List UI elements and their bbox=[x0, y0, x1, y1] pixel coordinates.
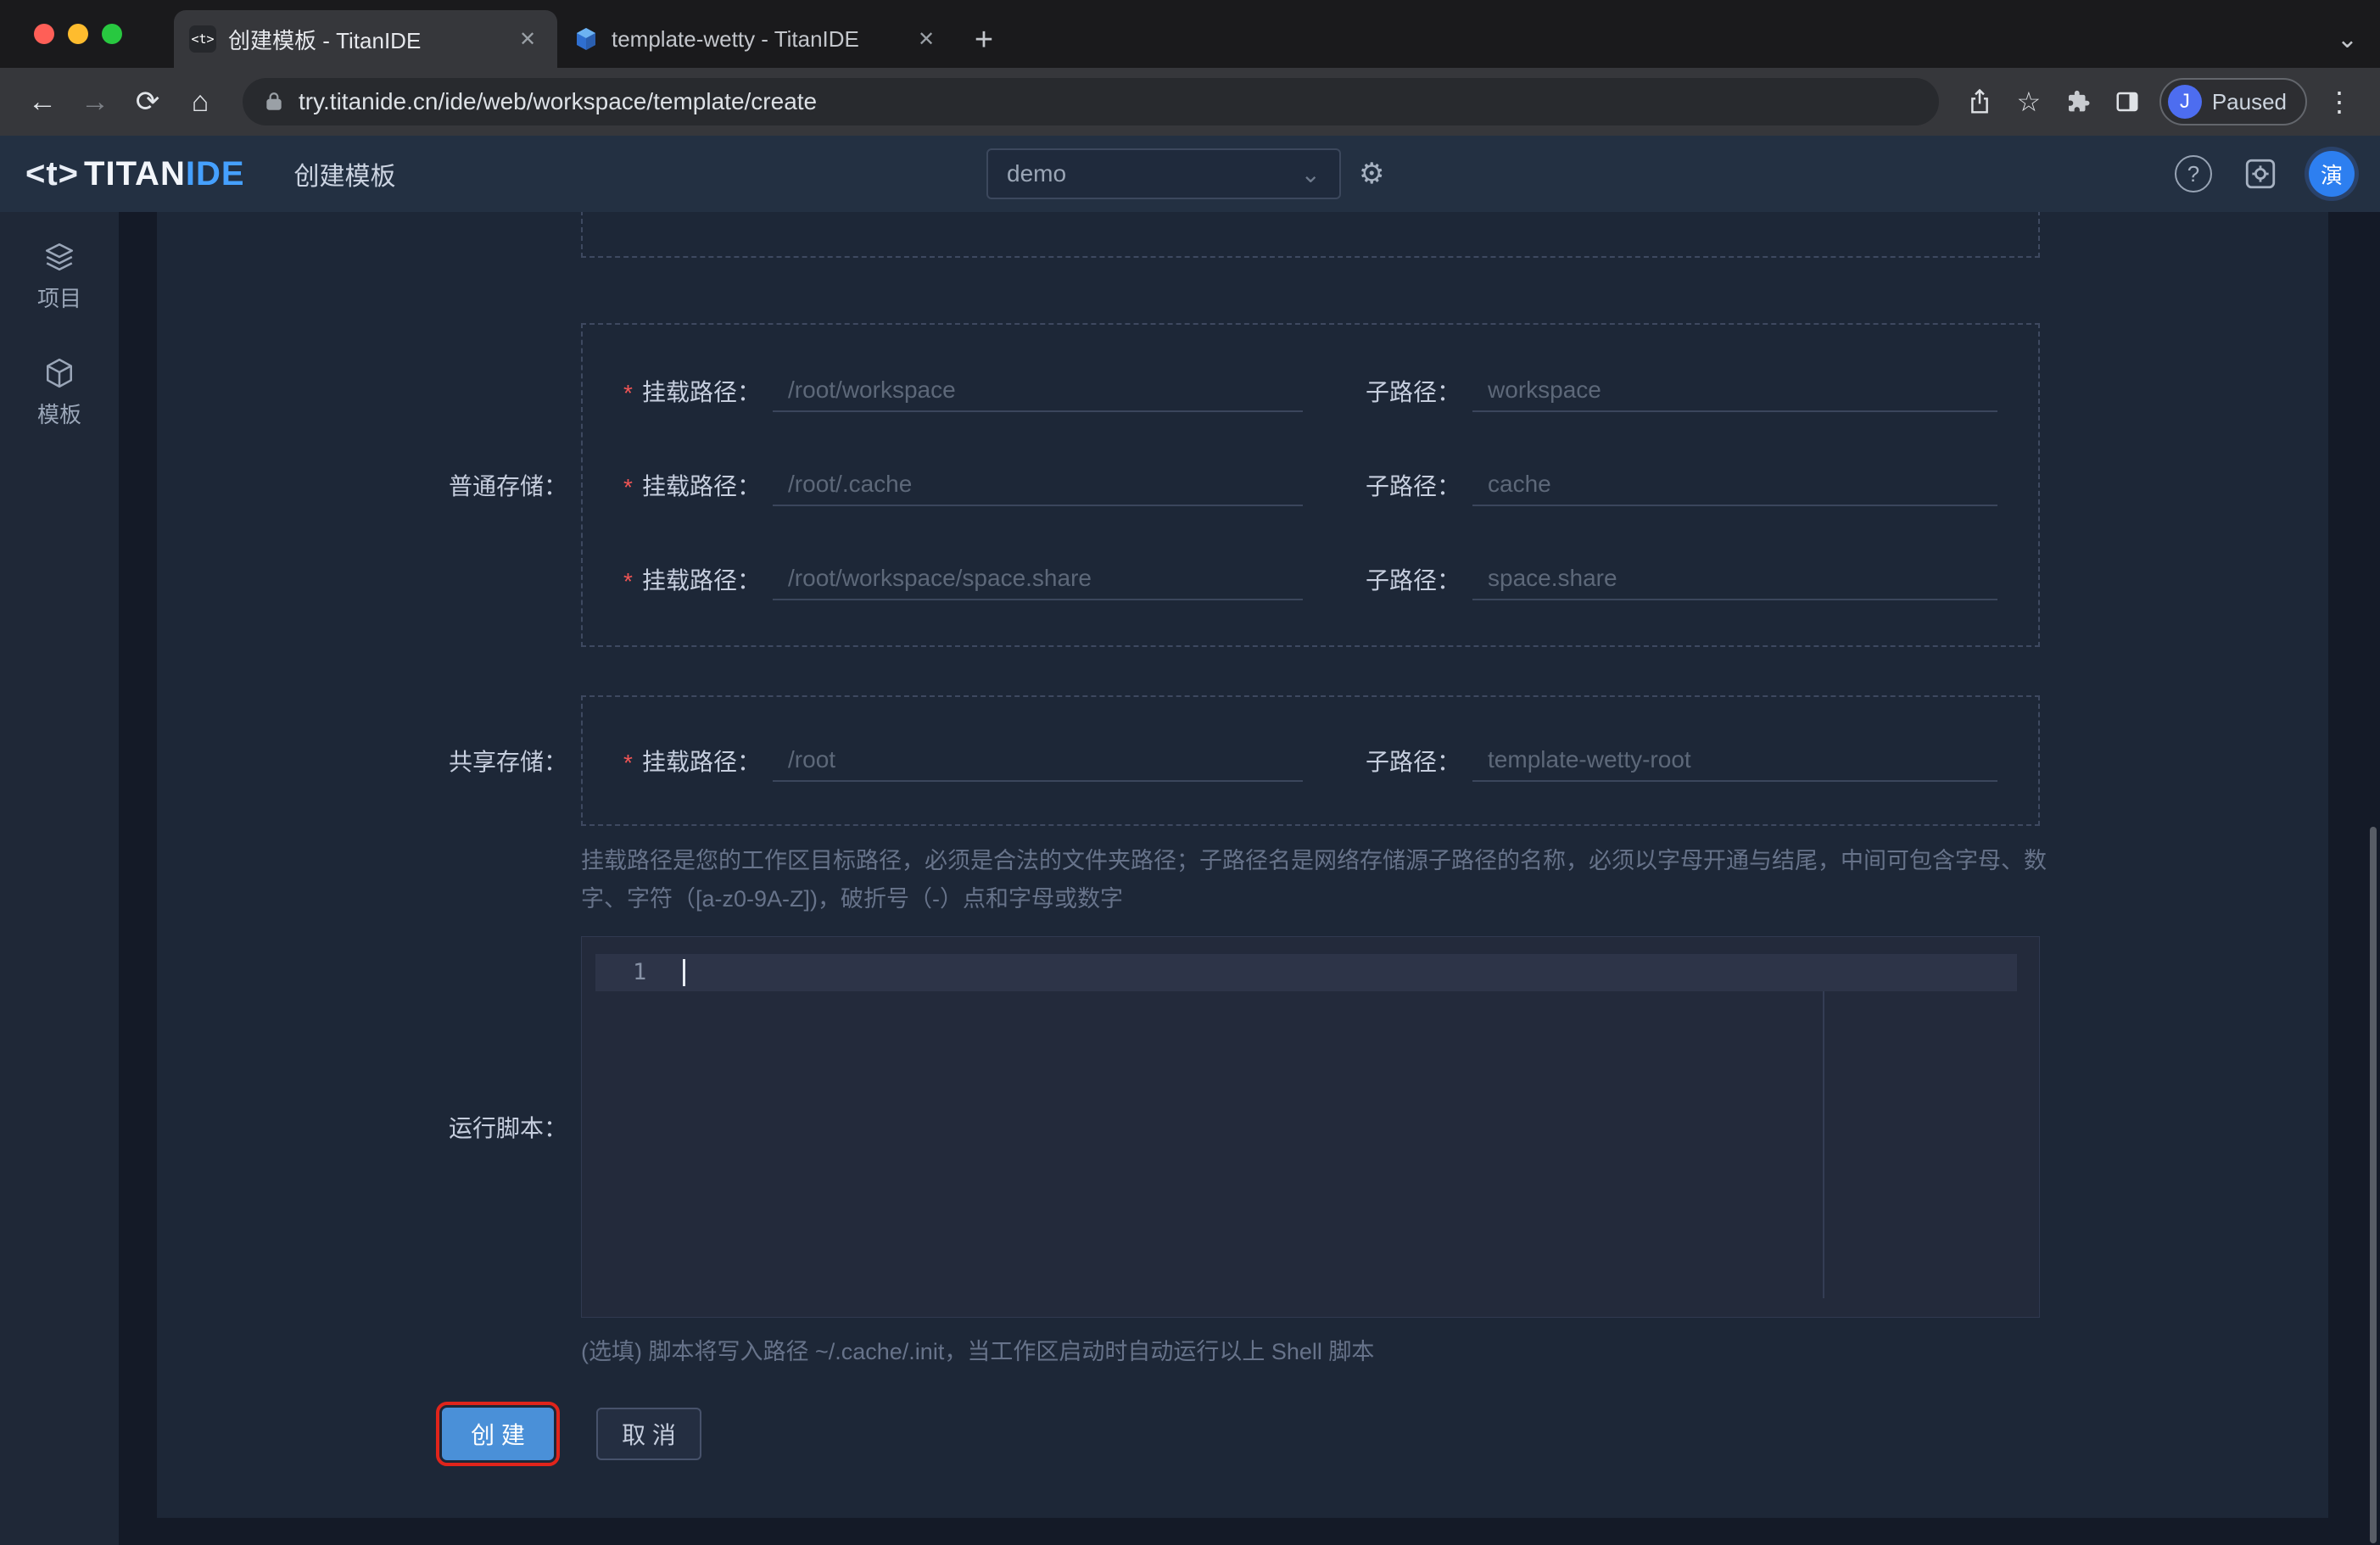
normal-storage-section: 普通存储： * 挂载路径： 子路径： * 挂载路径： 子路径： * 挂载路径： … bbox=[157, 323, 2040, 647]
back-icon[interactable]: ← bbox=[19, 78, 66, 125]
script-hint: (选填) 脚本将写入路径 ~/.cache/.init，当工作区启动时自动运行以… bbox=[581, 1339, 1375, 1364]
sidebar-item-templates[interactable]: 模板 bbox=[37, 357, 81, 429]
sub-path-input[interactable] bbox=[1472, 370, 1997, 412]
workspace-select[interactable]: demo ⌄ bbox=[986, 148, 1341, 199]
app-header: <t> TITANIDE 创建模板 demo ⌄ ⚙ ? 演 bbox=[0, 136, 2380, 212]
profile-avatar: J bbox=[2167, 85, 2202, 119]
form-actions: 创 建 取 消 bbox=[436, 1402, 701, 1466]
workspace-select-value: demo bbox=[1007, 160, 1067, 187]
script-code-editor[interactable]: 1 bbox=[581, 936, 2040, 1318]
mount-path-input[interactable] bbox=[773, 370, 1304, 412]
required-mark: * bbox=[623, 380, 633, 406]
browser-menu-icon[interactable]: ⋮ bbox=[2317, 80, 2361, 124]
sub-path-input[interactable] bbox=[1472, 558, 1997, 600]
reload-icon[interactable]: ⟳ bbox=[124, 78, 171, 125]
sidebar-item-label: 模板 bbox=[36, 402, 81, 427]
home-icon[interactable]: ⌂ bbox=[176, 78, 224, 125]
shared-storage-label: 共享存储： bbox=[448, 749, 567, 775]
storage-row: * 挂载路径： 子路径： bbox=[623, 555, 1997, 603]
mount-path-label: 挂载路径： bbox=[642, 473, 762, 499]
editor-caret bbox=[683, 959, 685, 986]
mount-path-label: 挂载路径： bbox=[642, 749, 762, 775]
titanide-favicon: <t> bbox=[189, 25, 216, 53]
cube-favicon bbox=[573, 25, 600, 53]
sidebar: 项目 模板 bbox=[0, 212, 119, 1545]
cancel-button[interactable]: 取 消 bbox=[596, 1408, 701, 1460]
required-mark: * bbox=[623, 568, 633, 594]
shared-storage-box: * 挂载路径： 子路径： bbox=[581, 695, 2040, 826]
editor-column-ruler bbox=[1823, 991, 1824, 1298]
sub-path-label: 子路径： bbox=[1366, 379, 1461, 405]
shared-storage-section: 共享存储： * 挂载路径： 子路径： bbox=[157, 695, 2040, 826]
cube-icon bbox=[43, 357, 75, 389]
layers-icon bbox=[43, 241, 75, 273]
mount-path-input[interactable] bbox=[773, 739, 1304, 782]
chevron-down-icon: ⌄ bbox=[1300, 160, 1321, 187]
tab-title: 创建模板 - TitanIDE bbox=[228, 27, 422, 53]
url-text: try.titanide.cn/ide/web/workspace/templa… bbox=[299, 88, 818, 114]
help-icon[interactable]: ? bbox=[2175, 155, 2212, 192]
close-window-button[interactable] bbox=[34, 24, 54, 44]
profile-status-label: Paused bbox=[2211, 88, 2287, 114]
titanide-logo: <t> TITANIDE bbox=[25, 155, 245, 193]
browser-toolbar: ← → ⟳ ⌂ try.titanide.cn/ide/web/workspac… bbox=[0, 68, 2380, 136]
mount-path-input[interactable] bbox=[773, 464, 1304, 506]
mount-path-label: 挂载路径： bbox=[642, 379, 762, 405]
mount-path-input[interactable] bbox=[773, 558, 1304, 600]
user-avatar[interactable]: 演 bbox=[2309, 151, 2355, 197]
path-rules-hint: 挂载路径是您的工作区目标路径，必须是合法的文件夹路径；子路径名是网络存储源子路径… bbox=[581, 848, 2047, 912]
sub-path-input[interactable] bbox=[1472, 739, 1997, 782]
close-tab-icon[interactable]: ✕ bbox=[513, 25, 542, 53]
logo-titan: TITAN bbox=[84, 154, 186, 192]
tab-template-wetty[interactable]: template-wetty - TitanIDE ✕ bbox=[557, 10, 956, 68]
minimize-window-button[interactable] bbox=[68, 24, 88, 44]
sub-path-label: 子路径： bbox=[1366, 567, 1461, 594]
tab-create-template[interactable]: <t> 创建模板 - TitanIDE ✕ bbox=[174, 10, 557, 68]
scrolled-storage-box bbox=[581, 212, 2040, 258]
normal-storage-box: * 挂载路径： 子路径： * 挂载路径： 子路径： * 挂载路径： 子路径： bbox=[581, 323, 2040, 647]
sidebar-item-projects[interactable]: 项目 bbox=[37, 241, 81, 313]
browser-profile-button[interactable]: J Paused bbox=[2159, 78, 2307, 125]
workspace-gear-icon[interactable]: ⚙ bbox=[1359, 157, 1384, 191]
page-scrollbar[interactable] bbox=[2370, 827, 2377, 1543]
storage-row: * 挂载路径： 子路径： bbox=[623, 461, 1997, 509]
mount-path-label: 挂载路径： bbox=[642, 567, 762, 594]
storage-row: * 挂载路径： 子路径： bbox=[623, 367, 1997, 415]
logo-bracket: <t> bbox=[25, 154, 80, 192]
run-script-label: 运行脚本： bbox=[448, 1115, 567, 1141]
tab-search-chevron-icon[interactable]: ⌄ bbox=[2337, 25, 2358, 54]
new-tab-button[interactable]: + bbox=[964, 20, 1003, 59]
window-controls bbox=[34, 24, 122, 44]
tab-title: template-wetty - TitanIDE bbox=[612, 25, 859, 52]
editor-active-line bbox=[595, 954, 2017, 991]
sub-path-label: 子路径： bbox=[1366, 473, 1461, 499]
storage-row: * 挂载路径： 子路径： bbox=[623, 737, 1997, 784]
side-panel-icon[interactable] bbox=[2105, 80, 2149, 124]
address-bar[interactable]: try.titanide.cn/ide/web/workspace/templa… bbox=[243, 78, 1939, 125]
create-button[interactable]: 创 建 bbox=[436, 1402, 560, 1466]
page-title: 创建模板 bbox=[293, 163, 396, 191]
browser-tab-strip: <t> 创建模板 - TitanIDE ✕ template-wetty - T… bbox=[0, 0, 2380, 68]
sub-path-label: 子路径： bbox=[1366, 749, 1461, 775]
zoom-window-button[interactable] bbox=[102, 24, 122, 44]
editor-line-number: 1 bbox=[633, 959, 647, 985]
normal-storage-label: 普通存储： bbox=[448, 473, 567, 499]
share-icon[interactable] bbox=[1958, 80, 2002, 124]
bookmark-star-icon[interactable]: ☆ bbox=[2007, 80, 2051, 124]
close-tab-icon[interactable]: ✕ bbox=[912, 25, 941, 53]
extensions-puzzle-icon[interactable] bbox=[2056, 80, 2100, 124]
workspace-settings-icon[interactable] bbox=[2243, 156, 2278, 192]
create-template-form: 普通存储： * 挂载路径： 子路径： * 挂载路径： 子路径： * 挂载路径： … bbox=[157, 212, 2328, 1518]
logo-ide: IDE bbox=[185, 154, 245, 192]
required-mark: * bbox=[623, 474, 633, 500]
sub-path-input[interactable] bbox=[1472, 464, 1997, 506]
required-mark: * bbox=[623, 750, 633, 776]
lock-icon bbox=[263, 90, 285, 114]
forward-icon[interactable]: → bbox=[71, 78, 119, 125]
sidebar-item-label: 项目 bbox=[36, 286, 81, 311]
